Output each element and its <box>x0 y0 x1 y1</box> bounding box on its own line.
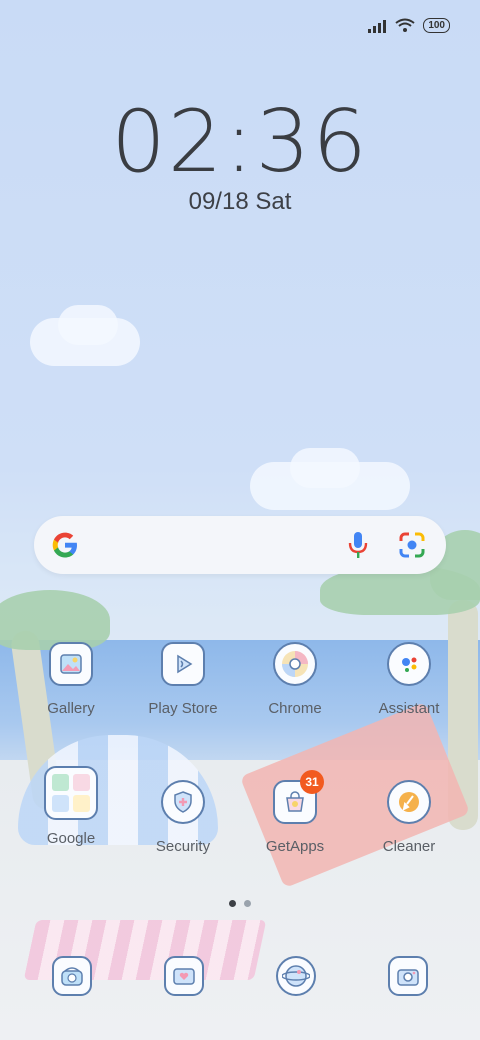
battery-indicator: 100 <box>423 18 450 33</box>
app-label: Cleaner <box>382 838 436 855</box>
signal-icon <box>368 19 387 33</box>
app-label: GetApps <box>265 838 325 855</box>
app-assistant[interactable]: Assistant <box>354 642 464 717</box>
day-text: Sat <box>255 188 292 215</box>
play-store-icon <box>161 642 205 686</box>
gallery-icon <box>49 642 93 686</box>
app-label: Chrome <box>268 700 322 717</box>
page-indicator[interactable] <box>0 900 480 907</box>
chrome-icon <box>273 642 317 686</box>
app-security[interactable]: Security <box>128 780 238 855</box>
app-label: Gallery <box>47 700 95 717</box>
folder-google[interactable]: Google <box>16 766 126 847</box>
status-bar: 100 <box>367 18 450 33</box>
app-play-store[interactable]: Play Store <box>128 642 238 717</box>
cleaner-icon <box>387 780 431 824</box>
google-search-bar[interactable] <box>34 516 446 574</box>
wifi-icon <box>395 18 415 32</box>
voice-search-icon[interactable] <box>348 531 368 559</box>
google-lens-icon[interactable] <box>398 531 426 559</box>
date-text: 09/18 <box>188 188 249 215</box>
security-icon <box>161 780 205 824</box>
google-folder-icon <box>44 766 98 820</box>
app-getapps[interactable]: 31 GetApps <box>240 770 350 855</box>
google-g-icon <box>52 532 77 558</box>
page-dot-active <box>229 900 236 907</box>
messages-icon[interactable] <box>164 956 204 996</box>
app-label: Assistant <box>378 700 440 717</box>
camera-icon[interactable] <box>388 956 428 996</box>
assistant-icon <box>387 642 431 686</box>
app-label: Security <box>155 838 211 855</box>
app-label: Google <box>46 830 96 847</box>
app-gallery[interactable]: Gallery <box>16 642 126 717</box>
page-dot <box>244 900 251 907</box>
phone-icon[interactable] <box>52 956 92 996</box>
clock-time[interactable]: 02:36 <box>0 92 480 192</box>
clock-date[interactable]: 09/18 Sat <box>0 188 480 216</box>
notification-badge: 31 <box>300 770 324 794</box>
app-label: Play Store <box>148 700 218 717</box>
browser-icon[interactable] <box>276 956 316 996</box>
app-chrome[interactable]: Chrome <box>240 642 350 717</box>
app-cleaner[interactable]: Cleaner <box>354 780 464 855</box>
